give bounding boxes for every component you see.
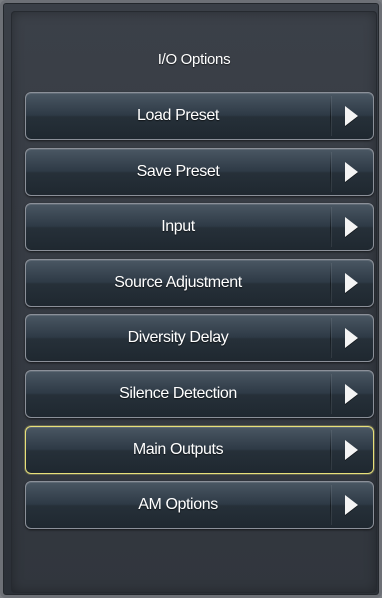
chevron-right-icon [345, 328, 358, 349]
chevron-right-icon [345, 495, 358, 516]
menu-item-main-outputs[interactable]: Main Outputs [25, 425, 374, 474]
menu-item-silence-detection[interactable]: Silence Detection [25, 369, 374, 418]
menu-item-diversity-delay[interactable]: Diversity Delay [25, 314, 374, 363]
menu-item-save-preset[interactable]: Save Preset [25, 147, 374, 196]
window-frame: I/O Options Load Preset Save Preset Inpu… [0, 0, 382, 598]
options-menu: Load Preset Save Preset Input Source Adj… [25, 92, 374, 537]
menu-item-label: Diversity Delay [127, 329, 229, 347]
chevron-right-icon [345, 272, 358, 293]
divider [330, 429, 331, 470]
menu-item-am-options[interactable]: AM Options [25, 481, 374, 530]
divider [330, 318, 331, 359]
chevron-right-icon [345, 439, 358, 460]
menu-item-label: Load Preset [137, 107, 219, 124]
divider [330, 262, 331, 303]
chevron-right-icon [345, 161, 358, 182]
menu-item-label: AM Options [138, 496, 218, 514]
menu-item-label: Silence Detection [119, 384, 237, 402]
page-title: I/O Options [157, 51, 231, 68]
chevron-right-icon [345, 217, 358, 238]
divider [330, 485, 331, 526]
menu-item-source-adjustment[interactable]: Source Adjustment [25, 258, 374, 307]
divider [330, 151, 331, 192]
menu-item-label: Main Outputs [132, 440, 224, 458]
menu-item-label: Source Adjustment [114, 273, 242, 291]
chevron-right-icon [345, 106, 358, 126]
menu-item-input[interactable]: Input [25, 203, 374, 252]
divider [330, 373, 331, 414]
divider [330, 207, 331, 248]
menu-item-label: Input [161, 218, 195, 236]
divider [330, 96, 331, 136]
menu-item-load-preset[interactable]: Load Preset [25, 92, 374, 140]
chevron-right-icon [345, 383, 358, 404]
menu-item-label: Save Preset [136, 162, 220, 180]
